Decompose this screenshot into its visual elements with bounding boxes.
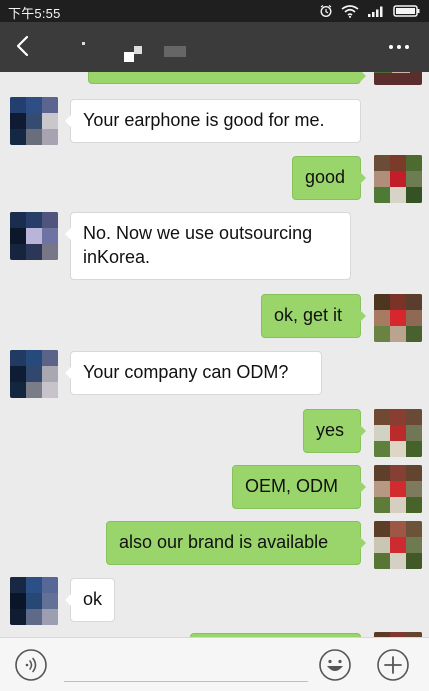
status-time: 下午5:55: [8, 6, 61, 21]
more-button[interactable]: [385, 33, 413, 61]
emoji-icon: [319, 649, 351, 681]
signal-icon: [367, 4, 385, 18]
message-bubble-outgoing: yes: [303, 409, 366, 453]
avatar-contact[interactable]: [10, 97, 58, 145]
alarm-icon: [319, 4, 333, 18]
plus-icon: [377, 649, 409, 681]
contact-name: [52, 34, 202, 62]
voice-button[interactable]: [14, 648, 48, 682]
message-bubble-incoming: No. Now we use outsourcing inKorea.: [65, 212, 351, 280]
message-bubble-outgoing: also our brand is available: [106, 521, 366, 565]
avatar-self[interactable]: [374, 155, 422, 203]
message-bubble-outgoing-partial: [88, 72, 366, 84]
plus-button[interactable]: [376, 648, 410, 682]
message-bubble-outgoing: ok, get it: [261, 294, 366, 338]
more-dots-icon: [389, 45, 409, 49]
voice-icon: [15, 649, 47, 681]
message-bubble-incoming: ok: [65, 578, 115, 622]
message-input-bar: [0, 637, 429, 691]
avatar-contact[interactable]: [10, 577, 58, 625]
avatar-self[interactable]: [374, 465, 422, 513]
message-bubble-incoming: Your company can ODM?: [65, 351, 322, 395]
chat-screen: 下午5:55 Your earphone is good for me. goo…: [0, 0, 429, 691]
chat-header: [0, 22, 429, 72]
status-icons: [319, 4, 421, 18]
status-bar: 下午5:55: [0, 0, 429, 22]
obscured-contact-name: [82, 42, 217, 62]
avatar-self[interactable]: [374, 72, 422, 85]
avatar-self[interactable]: [374, 294, 422, 342]
avatar-self[interactable]: [374, 521, 422, 569]
message-bubble-outgoing: OEM, ODM: [232, 465, 366, 509]
message-bubble-incoming: Your earphone is good for me.: [65, 99, 361, 143]
back-button[interactable]: [10, 32, 38, 60]
message-list[interactable]: Your earphone is good for me. good No. N…: [0, 72, 429, 637]
message-input[interactable]: [64, 648, 308, 682]
chevron-left-icon: [16, 35, 29, 57]
avatar-contact[interactable]: [10, 212, 58, 260]
avatar-contact[interactable]: [10, 350, 58, 398]
avatar-self[interactable]: [374, 409, 422, 457]
emoji-button[interactable]: [318, 648, 352, 682]
message-bubble-outgoing: good: [292, 156, 366, 200]
battery-icon: [393, 4, 421, 18]
wifi-icon: [341, 4, 359, 18]
